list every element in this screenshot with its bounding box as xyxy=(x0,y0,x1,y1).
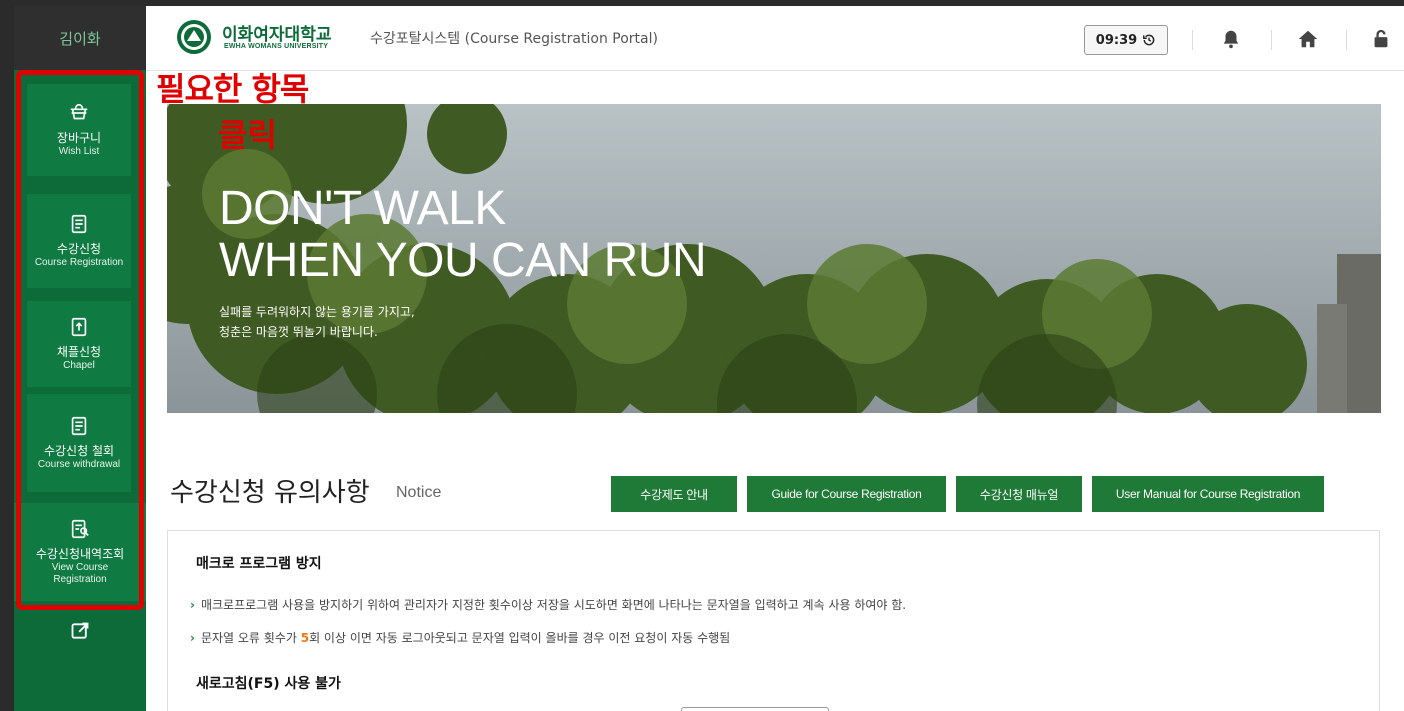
registration-manual-button[interactable]: 수강신청 매뉴얼 xyxy=(956,476,1082,512)
university-logo[interactable] xyxy=(176,19,212,55)
session-timer[interactable]: 09:39 xyxy=(1084,25,1168,55)
bell-icon[interactable] xyxy=(1220,28,1242,50)
guide-course-registration-button[interactable]: Guide for Course Registration xyxy=(747,476,946,512)
banner-headline-2: WHEN YOU CAN RUN xyxy=(219,234,707,287)
lock-icon[interactable] xyxy=(1370,28,1392,50)
chevron-right-icon: › xyxy=(190,598,195,612)
header-divider xyxy=(1346,30,1347,50)
notice-line-text-post: 회 이상 이면 자동 로그아웃되고 문자열 입력이 올바를 경우 이전 요청이 … xyxy=(309,631,731,645)
portal-title: 수강포탈시스템 (Course Registration Portal) xyxy=(370,31,658,47)
banner-subtext-1: 실패를 두려워하지 않는 용기를 가지고, xyxy=(219,305,415,319)
university-name: 이화여자대학교 xyxy=(222,25,332,45)
partial-element xyxy=(681,707,829,711)
user-name: 김이화 xyxy=(14,6,146,70)
annotation-text-1: 필요한 항목 xyxy=(156,70,309,108)
banner-headline-1: DON'T WALK xyxy=(219,182,506,235)
header: 이화여자대학교 EWHA WOMANS UNIVERSITY 수강포탈시스템 (… xyxy=(146,6,1404,71)
annotation-highlight-box xyxy=(16,70,144,610)
error-count-highlight: 5 xyxy=(300,631,310,645)
notice-line-text: 매크로프로그램 사용을 방지하기 위하여 관리자가 지정한 횟수이상 저장을 시… xyxy=(200,598,907,612)
timer-value: 09:39 xyxy=(1095,32,1138,48)
app-frame: 김이화 장바구니 Wish List 수강신청 Course Registrat… xyxy=(0,0,1404,711)
annotation-text-2: 클릭 xyxy=(218,116,277,154)
banner-subtext-2: 청춘은 마음껏 뛰놀기 바랍니다. xyxy=(219,325,378,339)
hero-banner: DON'T WALK WHEN YOU CAN RUN 실패를 두려워하지 않는… xyxy=(167,104,1381,413)
notice-line: › 매크로프로그램 사용을 방지하기 위하여 관리자가 지정한 횟수이상 저장을 … xyxy=(190,596,906,613)
external-link-icon xyxy=(71,622,89,639)
history-icon xyxy=(1143,34,1155,46)
user-manual-button[interactable]: User Manual for Course Registration xyxy=(1092,476,1324,512)
notice-line-text-pre: 문자열 오류 횟수가 xyxy=(200,631,301,645)
chevron-right-icon: › xyxy=(190,631,195,645)
section-title-refresh: 새로고침(F5) 사용 불가 xyxy=(196,676,341,692)
section-title-macro: 매크로 프로그램 방지 xyxy=(196,556,322,572)
notice-line: › 문자열 오류 횟수가 5회 이상 이면 자동 로그아웃되고 문자열 입력이 올… xyxy=(190,629,730,646)
course-system-guide-button[interactable]: 수강제도 안내 xyxy=(611,476,737,512)
header-divider xyxy=(1192,30,1193,50)
university-name-en: EWHA WOMANS UNIVERSITY xyxy=(224,43,329,50)
notice-box: 매크로 프로그램 방지 › 매크로프로그램 사용을 방지하기 위하여 관리자가 지… xyxy=(167,530,1380,711)
sidebar-external-link[interactable] xyxy=(14,618,146,644)
header-divider xyxy=(1271,30,1272,50)
notice-subtitle: Notice xyxy=(396,484,442,501)
home-icon[interactable] xyxy=(1297,28,1319,50)
notice-title: 수강신청 유의사항 xyxy=(170,478,370,508)
